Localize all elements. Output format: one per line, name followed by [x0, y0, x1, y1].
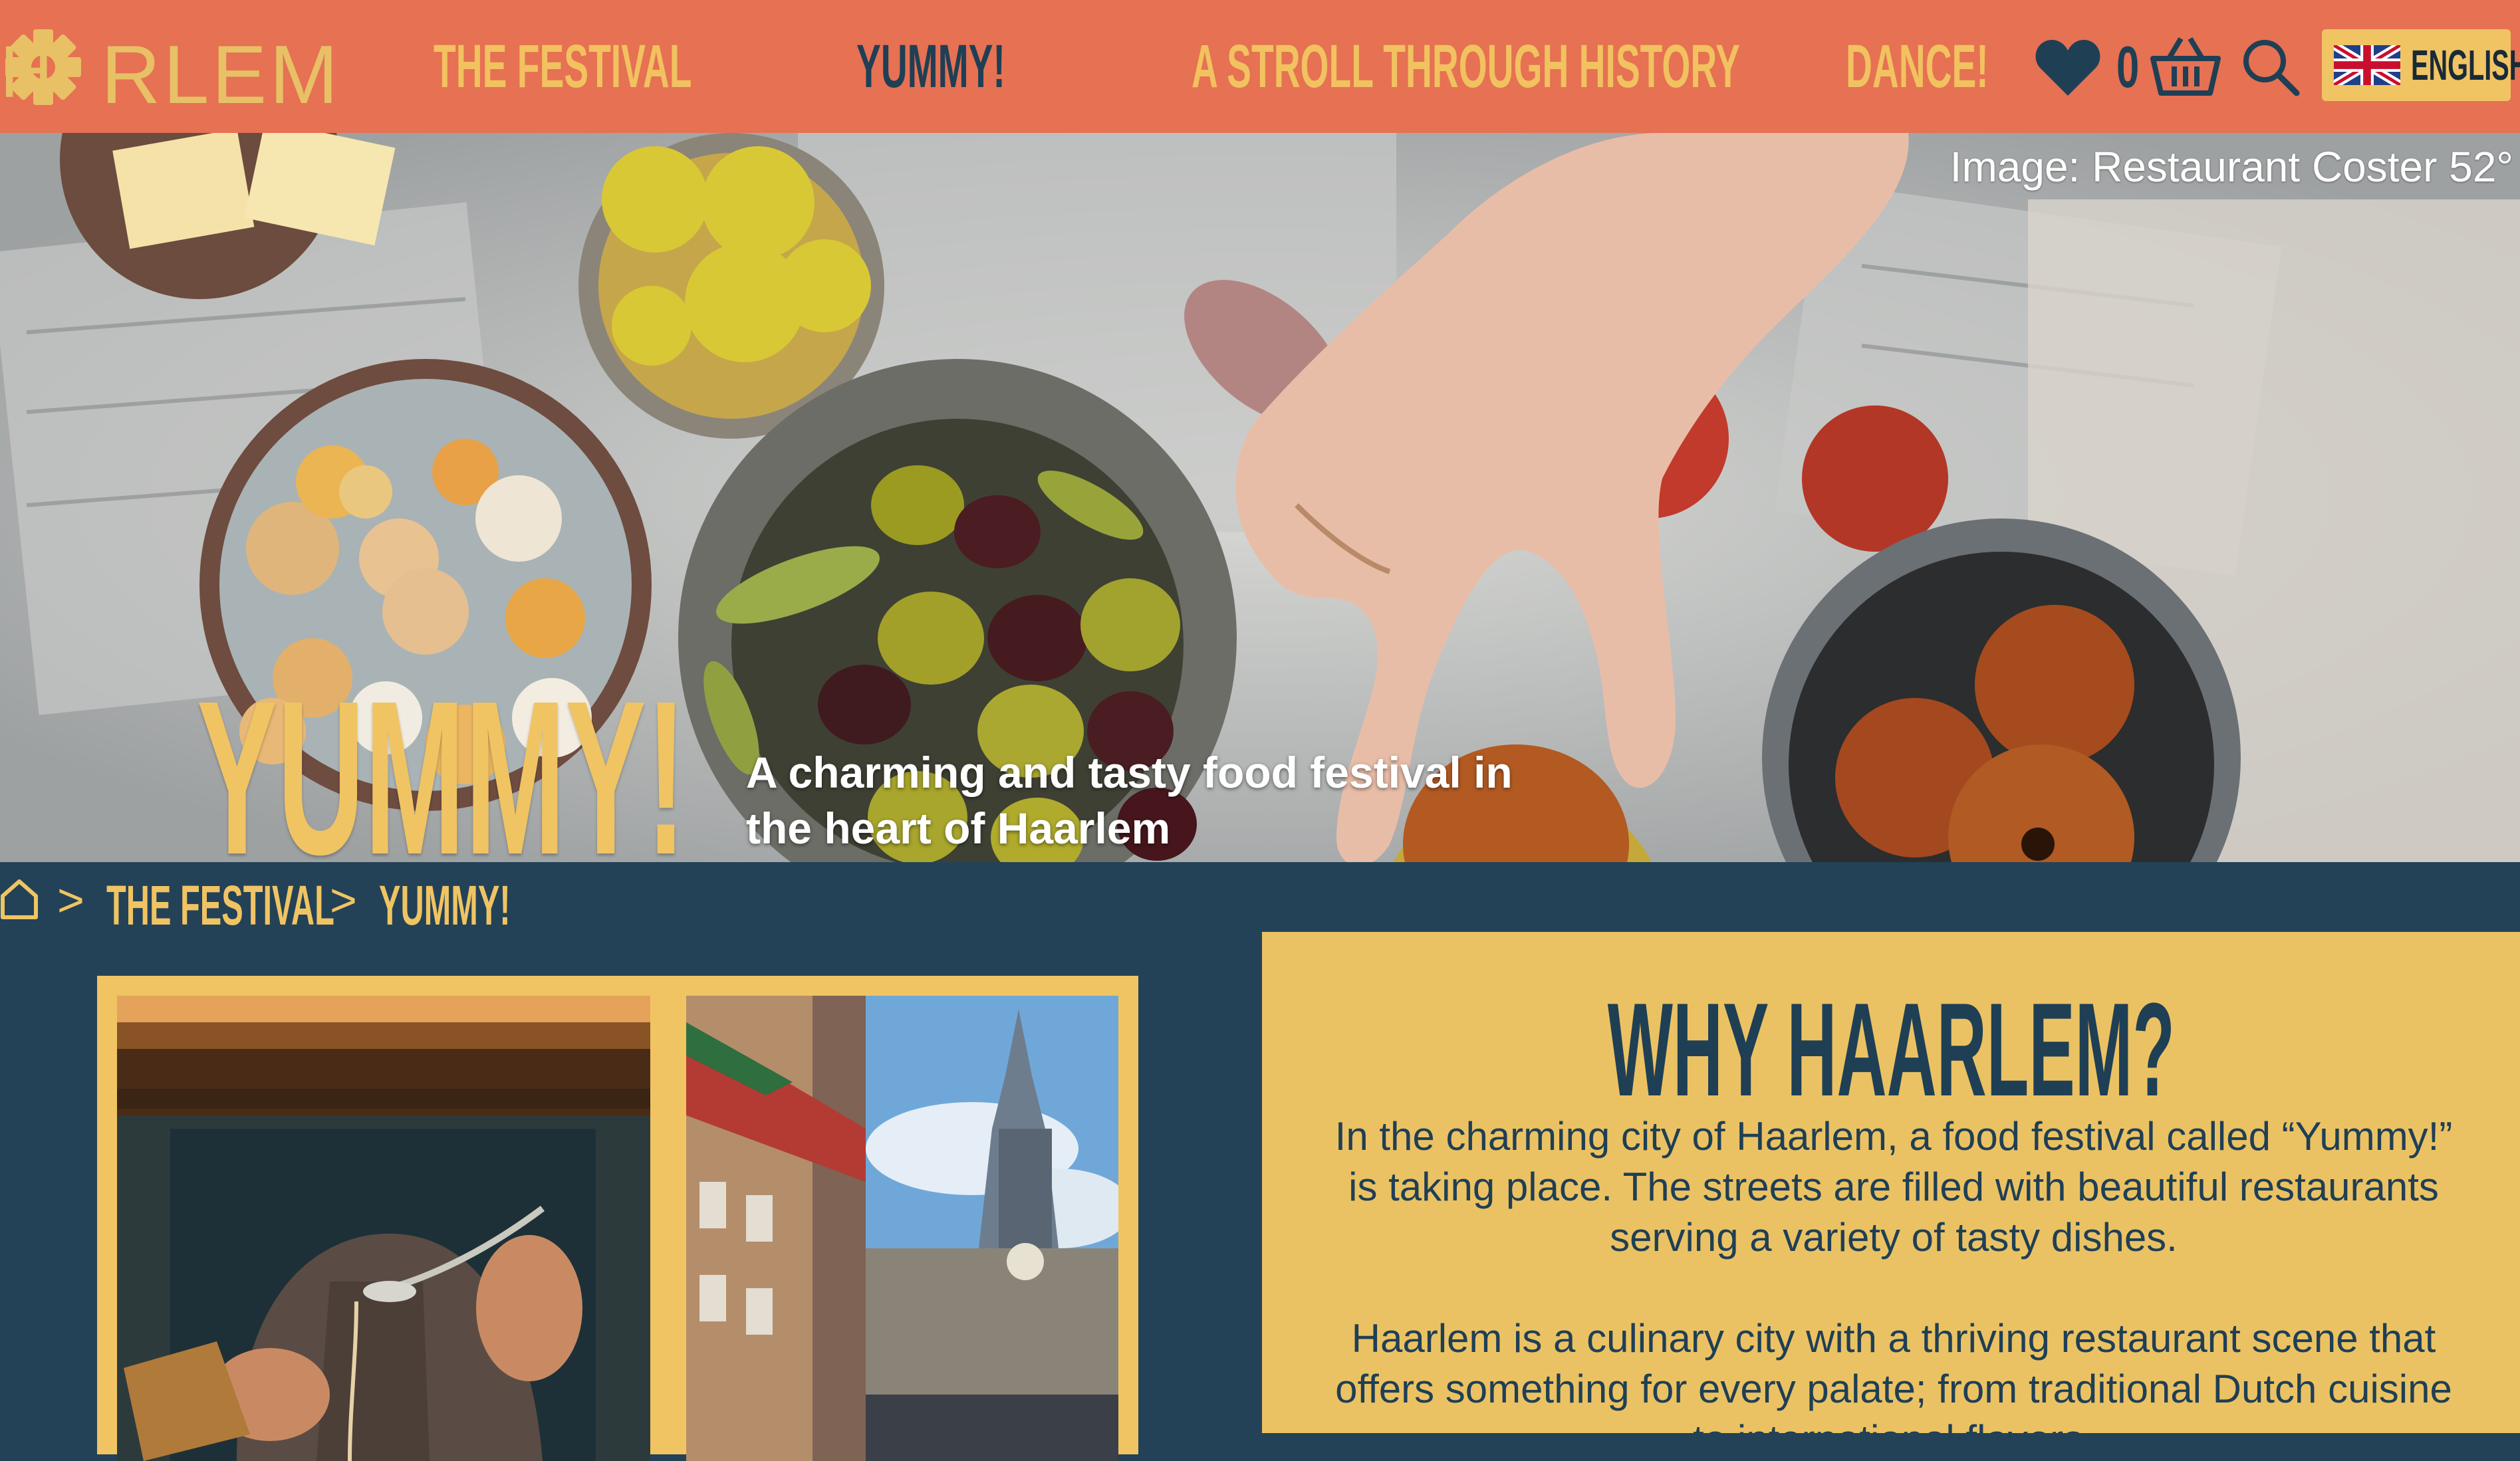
svg-text:H: H [0, 31, 53, 110]
chef-photo [117, 996, 650, 1461]
why-paragraph-2: Haarlem is a culinary city with a thrivi… [1335, 1316, 2452, 1433]
breadcrumb: > THE FESTIVAL > YUMMY! [0, 864, 798, 937]
logo-text: RLEM [101, 29, 341, 121]
nav-stroll-through-history[interactable]: A STROLL THROUGH HISTORY [1192, 29, 1740, 104]
uk-flag-icon [2334, 45, 2400, 85]
hero-title: YUMMY! [197, 655, 687, 863]
nav-the-festival[interactable]: THE FESTIVAL [434, 29, 692, 104]
search-icon[interactable] [2241, 37, 2301, 97]
photo-collage [97, 976, 1138, 1461]
breadcrumb-the-festival[interactable]: THE FESTIVAL [106, 873, 334, 938]
star-logo-icon: H [0, 29, 81, 110]
breadcrumb-yummy: YUMMY! [379, 874, 511, 937]
home-icon[interactable] [0, 877, 39, 920]
hero-image-credit: Image: Restaurant Coster 52° [1950, 143, 2513, 191]
breadcrumb-separator: > [330, 874, 357, 926]
breadcrumb-separator: > [57, 874, 84, 926]
heart-icon[interactable] [2035, 39, 2101, 97]
language-label: ENGLISH [2411, 41, 2520, 89]
why-haarlem-title: WHY HAARLEM? [1262, 984, 2520, 1117]
top-navbar: H RLEM THE FESTIVAL YUMMY! A STROLL THRO… [0, 0, 2520, 133]
nav-yummy[interactable]: YUMMY! [856, 29, 1005, 104]
why-haarlem-section: WHY HAARLEM? In the charming city of Haa… [1262, 932, 2520, 1433]
why-paragraph-1: In the charming city of Haarlem, a food … [1334, 1114, 2453, 1260]
street-photo [686, 996, 1118, 1461]
hero-subtitle: A charming and tasty food festival in th… [746, 748, 1513, 853]
cart-count: 0 [2116, 34, 2140, 100]
why-haarlem-title-text: WHY HAARLEM? [1607, 976, 2175, 1124]
nav-dance[interactable]: DANCE! [1846, 29, 1989, 104]
haarlem-logo[interactable]: H RLEM [0, 20, 338, 121]
hero-banner: Image: Restaurant Coster 52° YUMMY! A ch… [0, 133, 2520, 862]
language-selector[interactable]: ENGLISH [2322, 29, 2520, 101]
basket-icon[interactable] [2149, 33, 2222, 97]
